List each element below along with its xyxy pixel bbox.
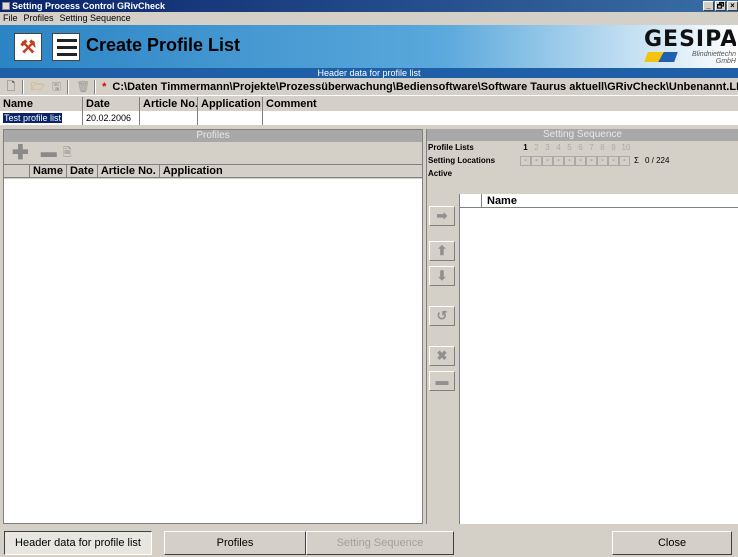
profile-list-5[interactable]: 5 — [564, 143, 575, 152]
menu-setting-sequence[interactable]: Setting Sequence — [60, 12, 131, 24]
setting-locations-label: Setting Locations — [428, 156, 496, 165]
header-table-columns: Name Date Article No. Application Commen… — [0, 97, 738, 111]
tools-icon: ⚒ — [14, 33, 42, 61]
profiles-columns: Name Date Article No. Application — [4, 164, 422, 178]
slot-3[interactable]: - — [542, 156, 553, 166]
col-date: Date — [83, 97, 140, 111]
open-folder-icon[interactable]: 🗁 — [30, 79, 46, 95]
document-icon[interactable]: 🗎 — [63, 144, 72, 163]
window-controls: _ 🗗 × — [703, 1, 738, 11]
close-window-button[interactable]: × — [727, 1, 738, 11]
col-application: Application — [198, 97, 263, 111]
profiles-pane-title: Profiles — [4, 130, 422, 142]
setting-locations-row: Setting Locations ---------- Σ 0 / 224 — [427, 154, 738, 167]
restore-button[interactable]: 🗗 — [715, 1, 726, 11]
arrow-right-icon[interactable]: ➡ — [429, 206, 455, 226]
sequence-list[interactable]: Name — [459, 194, 738, 524]
slot-5[interactable]: - — [564, 156, 575, 166]
slot-8[interactable]: - — [597, 156, 608, 166]
window-title: Setting Process Control GRivCheck — [12, 1, 166, 11]
gesipa-logo: GESIPA Blindniettechn GmbH — [644, 29, 736, 65]
locations-count: 0 / 224 — [644, 156, 670, 165]
arrow-up-icon[interactable]: ⬆ — [429, 241, 455, 261]
slot-6[interactable]: - — [575, 156, 586, 166]
profile-list-4[interactable]: 4 — [553, 143, 564, 152]
section-title: Header data for profile list — [0, 68, 738, 78]
profiles-col-application[interactable]: Application — [160, 165, 226, 177]
delete-bin-icon[interactable]: 🗑 — [75, 79, 91, 95]
sigma-icon: Σ — [634, 156, 639, 165]
arrow-down-icon[interactable]: ⬇ — [429, 266, 455, 286]
active-label: Active — [428, 169, 453, 178]
name-field[interactable]: Test profile list — [0, 111, 83, 125]
article-no-field[interactable] — [140, 111, 198, 125]
undo-icon[interactable]: ↺ — [429, 306, 455, 326]
profile-lists-row: Profile Lists 1 2 3 4 5 6 7 8 9 10 — [427, 141, 738, 154]
profile-list-numbers: 1 2 3 4 5 6 7 8 9 10 — [520, 143, 633, 152]
page-title: Create Profile List — [86, 35, 241, 55]
active-row: Active — [427, 167, 738, 180]
modified-marker: * — [102, 80, 107, 93]
profile-lists-label: Profile Lists — [428, 143, 474, 152]
slot-4[interactable]: - — [553, 156, 564, 166]
add-icon[interactable]: ✚ — [12, 143, 29, 163]
sequence-list-header: Name — [460, 194, 738, 208]
file-path: C:\Daten Timmermann\Projekte\Prozessüber… — [112, 80, 738, 93]
setting-sequence-title: Setting Sequence — [427, 129, 738, 141]
new-file-icon[interactable]: 🗋 — [3, 79, 19, 95]
sequence-side-buttons: ➡ ⬆ ⬇ ↺ ✖ ▬ — [427, 189, 459, 524]
sequence-col-name[interactable]: Name — [482, 194, 517, 207]
profiles-toolbar: ✚ ▬ 🗎 — [4, 142, 422, 164]
slot-10[interactable]: - — [619, 156, 630, 166]
date-field[interactable]: 20.02.2006 — [83, 111, 140, 125]
profile-list-8[interactable]: 8 — [597, 143, 608, 152]
setting-sequence-button[interactable]: Setting Sequence — [306, 531, 454, 555]
header-data-button[interactable]: Header data for profile list — [4, 531, 152, 555]
delete-x-icon[interactable]: ✖ — [429, 346, 455, 366]
profile-list-10[interactable]: 10 — [619, 143, 633, 152]
profile-list-1[interactable]: 1 — [520, 143, 531, 152]
profile-list-2[interactable]: 2 — [531, 143, 542, 152]
close-button[interactable]: Close — [612, 531, 732, 555]
bottom-bar: Header data for profile list Profiles Se… — [0, 527, 738, 557]
application-field[interactable] — [198, 111, 263, 125]
profile-list-9[interactable]: 9 — [608, 143, 619, 152]
minus-icon[interactable]: ▬ — [429, 371, 455, 391]
slot-2[interactable]: - — [531, 156, 542, 166]
header-table-row: Test profile list 20.02.2006 — [0, 111, 738, 125]
profiles-pane: Profiles ✚ ▬ 🗎 Name Date Article No. App… — [3, 129, 423, 524]
col-comment: Comment — [266, 98, 317, 110]
profile-list-7[interactable]: 7 — [586, 143, 597, 152]
remove-icon[interactable]: ▬ — [41, 144, 57, 162]
profile-list-6[interactable]: 6 — [575, 143, 586, 152]
profiles-list[interactable] — [4, 179, 422, 523]
comment-field[interactable] — [263, 111, 738, 125]
menu-bar: File Profiles Setting Sequence — [0, 12, 738, 24]
app-icon — [2, 2, 10, 10]
profiles-col-date[interactable]: Date — [67, 165, 98, 177]
setting-location-slots: ---------- — [520, 155, 630, 166]
slot-9[interactable]: - — [608, 156, 619, 166]
col-article-no: Article No. — [140, 97, 198, 111]
profile-list-3[interactable]: 3 — [542, 143, 553, 152]
menu-profiles[interactable]: Profiles — [24, 12, 54, 24]
col-name: Name — [0, 97, 83, 111]
save-disk-icon[interactable]: 🖫 — [49, 79, 65, 95]
profiles-button[interactable]: Profiles — [164, 531, 306, 555]
slot-7[interactable]: - — [586, 156, 597, 166]
minimize-button[interactable]: _ — [703, 1, 714, 11]
profiles-col-name[interactable]: Name — [30, 165, 67, 177]
title-bar: Setting Process Control GRivCheck _ 🗗 × — [0, 0, 738, 12]
file-toolbar: 🗋 🗁 🖫 🗑 * C:\Daten Timmermann\Projekte\P… — [0, 78, 738, 96]
setting-sequence-pane: Setting Sequence Profile Lists 123456789… — [426, 129, 738, 524]
menu-file[interactable]: File — [3, 12, 18, 24]
list-icon — [52, 33, 80, 61]
slot-1[interactable]: - — [520, 156, 531, 166]
banner: ⚒ Create Profile List GESIPA Blindniette… — [0, 25, 738, 68]
profiles-col-article-no[interactable]: Article No. — [98, 165, 160, 177]
